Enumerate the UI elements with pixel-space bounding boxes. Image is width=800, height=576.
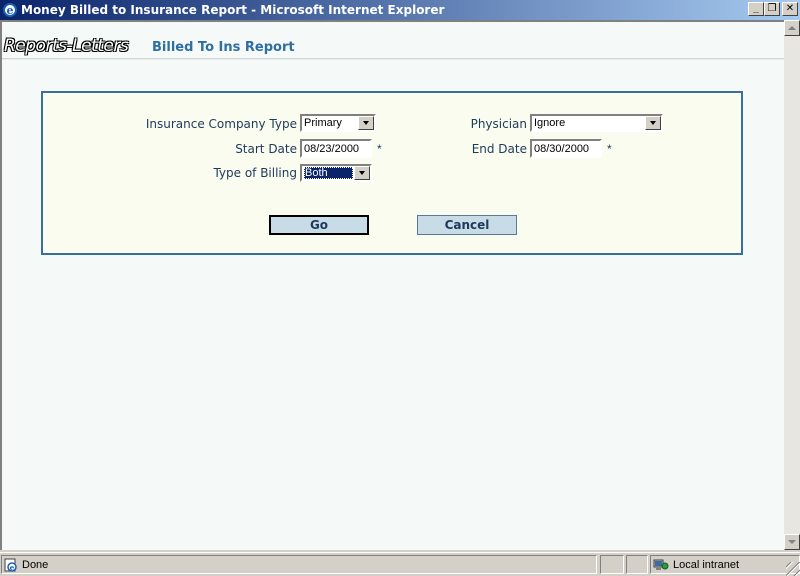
page-title: Billed To Ins Report bbox=[152, 40, 295, 55]
page-header: Reports-Letters Billed To Ins Report bbox=[2, 22, 784, 58]
billing-type-value: Both bbox=[304, 167, 353, 179]
svg-text:e: e bbox=[7, 4, 14, 17]
insurance-type-value: Primary bbox=[304, 117, 342, 129]
report-form-panel: Insurance Company Type Primary Physician… bbox=[41, 91, 743, 255]
close-icon: ✕ bbox=[785, 3, 795, 14]
window-controls: _ ❐ ✕ bbox=[748, 2, 798, 16]
status-text-pane: e Done bbox=[1, 555, 597, 574]
chevron-down-icon[interactable] bbox=[645, 116, 661, 130]
restore-icon: ❐ bbox=[767, 3, 777, 14]
svg-text:e: e bbox=[10, 563, 15, 572]
status-text: Done bbox=[22, 558, 49, 571]
window-title: Money Billed to Insurance Report - Micro… bbox=[21, 3, 445, 17]
go-button[interactable]: Go bbox=[269, 215, 369, 235]
status-pane-empty-1 bbox=[600, 555, 624, 574]
local-intranet-icon bbox=[653, 558, 669, 572]
header-divider bbox=[2, 58, 784, 60]
status-bar: e Done Local intranet bbox=[0, 552, 800, 576]
start-date-required-marker: * bbox=[377, 142, 382, 156]
security-zone-text: Local intranet bbox=[673, 558, 740, 571]
minimize-button[interactable]: _ bbox=[748, 2, 764, 16]
chevron-down-icon[interactable] bbox=[354, 166, 370, 180]
physician-label: Physician bbox=[470, 117, 527, 131]
start-date-label: Start Date bbox=[235, 142, 297, 156]
security-zone-pane: Local intranet bbox=[650, 555, 800, 574]
internet-explorer-icon: e bbox=[2, 2, 18, 18]
close-button[interactable]: ✕ bbox=[782, 2, 798, 16]
page-content: Reports-Letters Billed To Ins Report Ins… bbox=[0, 20, 784, 550]
chevron-down-icon[interactable] bbox=[358, 116, 374, 130]
restore-button[interactable]: ❐ bbox=[764, 2, 780, 16]
end-date-label: End Date bbox=[471, 142, 527, 156]
insurance-type-label: Insurance Company Type bbox=[145, 117, 297, 131]
scroll-down-icon[interactable] bbox=[784, 534, 800, 550]
page-done-icon: e bbox=[4, 558, 18, 572]
status-pane-empty-2 bbox=[626, 555, 648, 574]
scroll-up-icon[interactable] bbox=[784, 20, 800, 36]
reports-letters-logo: Reports-Letters bbox=[4, 36, 129, 56]
billing-type-select[interactable]: Both bbox=[300, 164, 372, 182]
end-date-required-marker: * bbox=[607, 142, 612, 156]
physician-select[interactable]: Ignore bbox=[530, 114, 663, 132]
start-date-input[interactable]: 08/23/2000 bbox=[300, 139, 372, 158]
resize-grip-icon[interactable] bbox=[786, 562, 800, 576]
physician-value: Ignore bbox=[534, 117, 566, 129]
vertical-scrollbar[interactable] bbox=[784, 20, 800, 550]
window-titlebar: e Money Billed to Insurance Report - Mic… bbox=[0, 0, 800, 20]
cancel-button[interactable]: Cancel bbox=[417, 215, 517, 235]
billing-type-label: Type of Billing bbox=[213, 166, 297, 180]
insurance-type-select[interactable]: Primary bbox=[300, 114, 376, 132]
end-date-input[interactable]: 08/30/2000 bbox=[530, 139, 602, 158]
minimize-icon: _ bbox=[753, 3, 759, 14]
